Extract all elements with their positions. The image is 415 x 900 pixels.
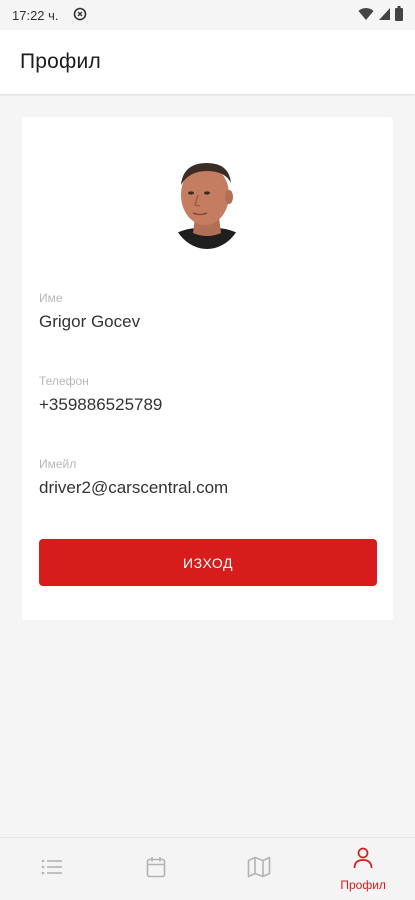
status-bar: 17:22 ч. [0,0,415,30]
nav-item-map[interactable] [208,838,312,900]
nav-label-profile: Профил [340,877,386,892]
email-value: driver2@carscentral.com [39,478,229,497]
status-time: 17:22 ч. [12,7,59,23]
nav-item-profile[interactable]: Профил [311,838,415,900]
nav-item-list[interactable] [0,838,104,900]
list-icon [41,858,63,881]
email-label: Имейл [39,457,77,471]
phone-value: +359886525789 [39,395,163,414]
sync-icon [73,7,87,24]
name-label: Име [39,291,63,305]
wifi-icon [358,7,374,24]
nav-item-calendar[interactable] [104,838,208,900]
calendar-icon [146,856,166,883]
phone-label: Телефон [39,374,89,388]
map-icon [247,856,271,883]
profile-card: Име Grigor Gocev Телефон +359886525789 И… [22,117,393,620]
app-bar: Профил [0,30,415,94]
signal-icon [378,7,391,24]
battery-icon [395,6,403,24]
name-value: Grigor Gocev [39,312,141,331]
page-title: Профил [20,50,101,73]
avatar [169,155,245,249]
person-icon [353,847,373,874]
bottom-nav: Профил [0,837,415,900]
logout-button[interactable]: изход [39,539,377,586]
